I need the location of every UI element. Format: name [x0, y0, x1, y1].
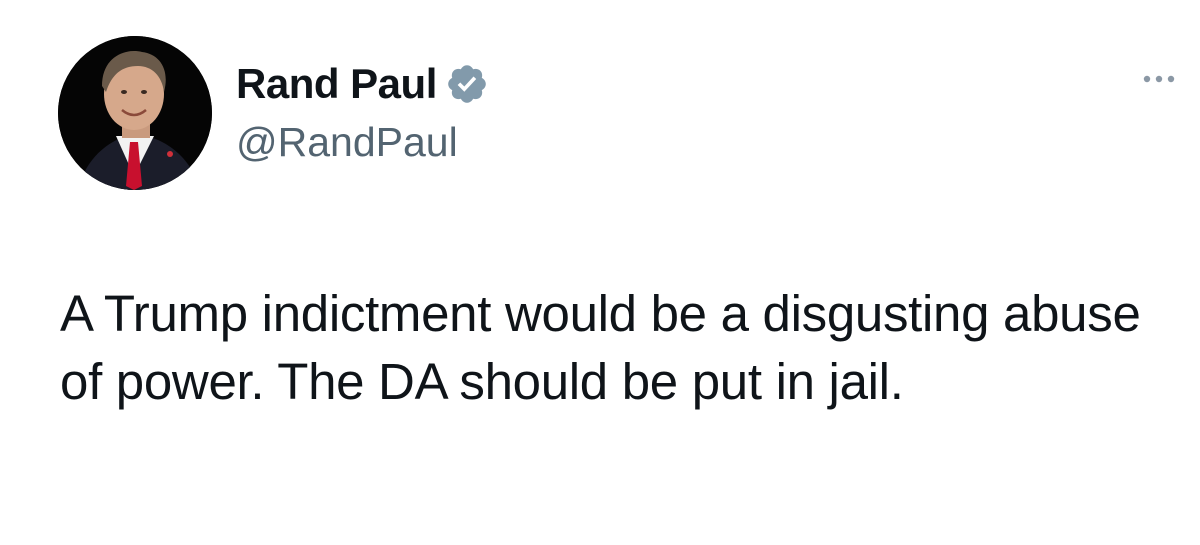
tweet-card: Rand Paul @RandPaul A Trump indictment w… [0, 0, 1200, 545]
avatar-photo [58, 36, 212, 190]
author-display-name[interactable]: Rand Paul [236, 63, 437, 105]
author-handle[interactable]: @RandPaul [236, 122, 458, 163]
more-options-icon[interactable] [1139, 64, 1179, 94]
avatar[interactable] [58, 36, 212, 190]
author-name-row: Rand Paul [236, 56, 489, 112]
verified-badge-icon[interactable] [445, 62, 489, 106]
tweet-text: A Trump indictment would be a disgusting… [60, 285, 1141, 410]
